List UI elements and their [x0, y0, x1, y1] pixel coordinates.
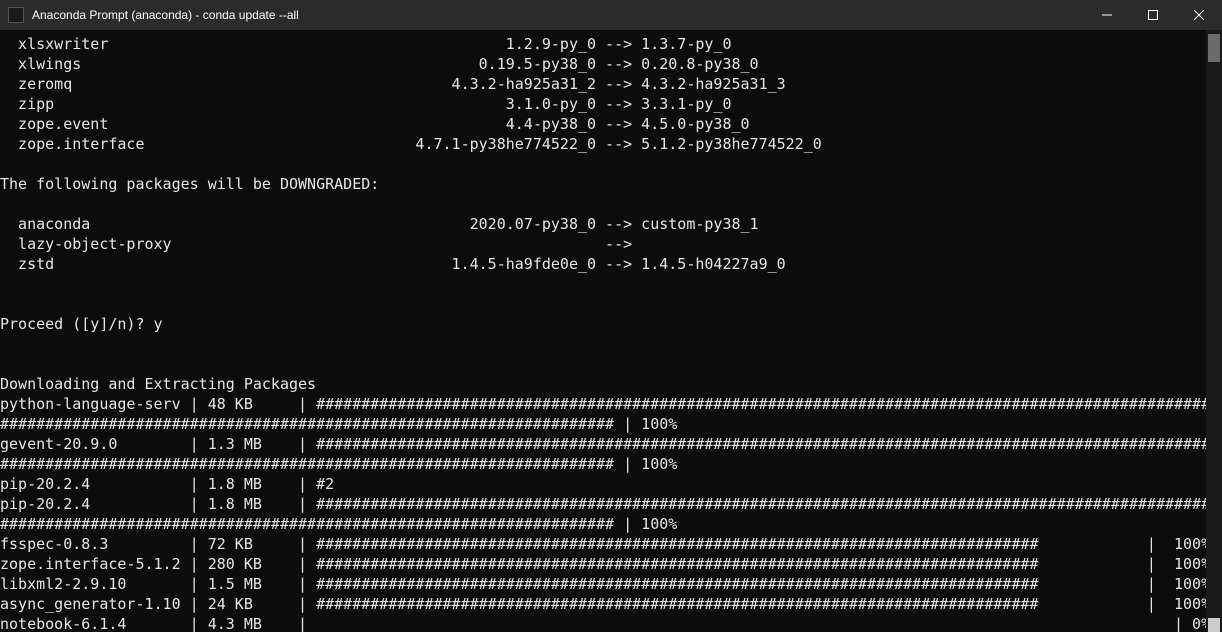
close-button[interactable] — [1176, 0, 1222, 30]
maximize-button[interactable] — [1130, 0, 1176, 30]
scrollbar-end-marker — [1208, 618, 1220, 632]
minimize-button[interactable] — [1084, 0, 1130, 30]
window-controls — [1084, 0, 1222, 30]
window-titlebar: Anaconda Prompt (anaconda) - conda updat… — [0, 0, 1222, 30]
window-title: Anaconda Prompt (anaconda) - conda updat… — [32, 8, 299, 22]
vertical-scrollbar[interactable] — [1206, 30, 1222, 632]
terminal-viewport[interactable]: xlsxwriter 1.2.9-py_0 --> 1.3.7-py_0 xlw… — [0, 30, 1222, 632]
terminal-output: xlsxwriter 1.2.9-py_0 --> 1.3.7-py_0 xlw… — [0, 34, 1206, 632]
app-icon — [8, 7, 24, 23]
scrollbar-thumb[interactable] — [1208, 34, 1220, 62]
